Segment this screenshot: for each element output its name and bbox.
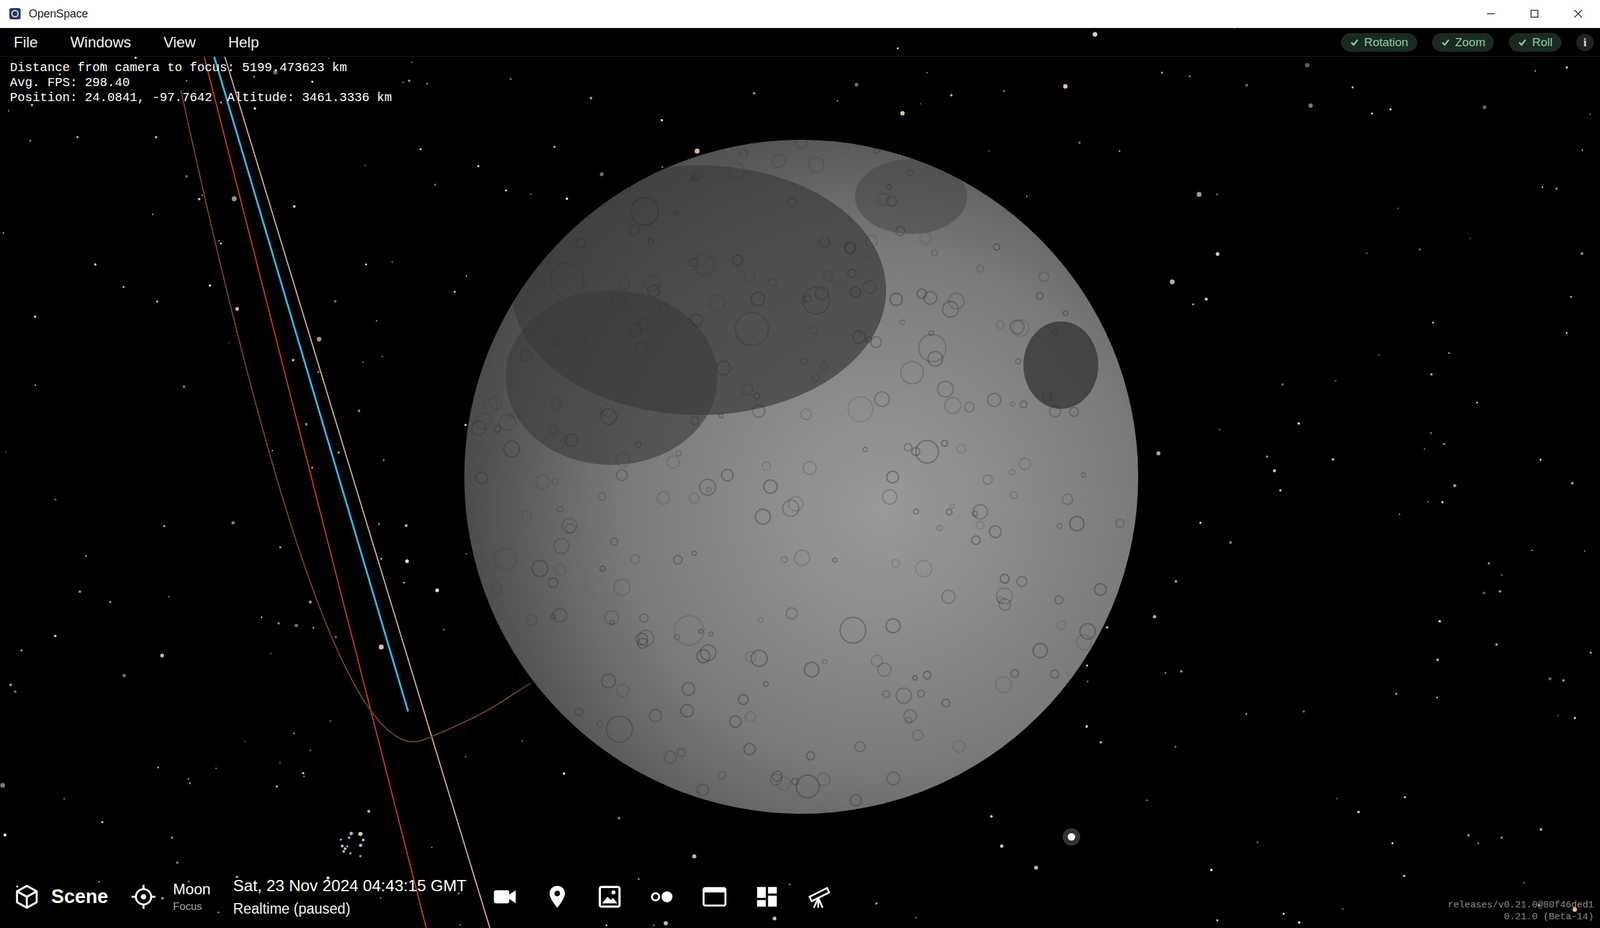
space-view[interactable] bbox=[0, 28, 1600, 928]
info-overlay: Distance from camera to focus: 5199.4736… bbox=[0, 56, 1600, 106]
toolbar bbox=[491, 883, 833, 910]
starfield bbox=[0, 28, 1592, 927]
orbit-trail bbox=[214, 56, 409, 712]
orbit-trail bbox=[180, 90, 531, 742]
dots-icon[interactable] bbox=[648, 883, 676, 910]
info-button[interactable]: i bbox=[1576, 33, 1594, 52]
orbit-trail bbox=[204, 56, 427, 928]
telescope-icon[interactable] bbox=[806, 883, 833, 910]
scene-button[interactable]: Scene bbox=[13, 883, 108, 910]
check-icon bbox=[1349, 37, 1360, 47]
check-icon bbox=[1517, 37, 1527, 47]
navigation-toggle[interactable]: Zoom bbox=[1432, 33, 1495, 52]
bottom-bar: Scene Moon Focus Sat, 23 Nov 2024 04:43:… bbox=[0, 865, 1600, 928]
maximize-icon[interactable] bbox=[1512, 0, 1557, 28]
menu-item[interactable]: View bbox=[163, 33, 196, 52]
info-line: Position: 24.0841, -97.7642 Altitude: 34… bbox=[9, 90, 1600, 106]
menu-item[interactable]: File bbox=[13, 33, 39, 52]
map-pin-icon[interactable] bbox=[544, 883, 571, 910]
window-icon[interactable] bbox=[701, 883, 728, 910]
navigation-toggle[interactable]: Roll bbox=[1508, 33, 1562, 52]
info-line: Distance from camera to focus: 5199.4736… bbox=[9, 60, 1600, 76]
dashboard-icon[interactable] bbox=[753, 883, 781, 910]
crosshair-icon bbox=[130, 883, 157, 910]
orbit-trail bbox=[224, 56, 490, 928]
check-icon bbox=[1440, 37, 1451, 47]
focus-button[interactable]: Moon Focus bbox=[130, 880, 211, 913]
minimize-icon[interactable] bbox=[1468, 0, 1513, 28]
menu-item[interactable]: Help bbox=[228, 33, 259, 52]
moon[interactable] bbox=[464, 136, 1139, 814]
cube-icon bbox=[13, 883, 40, 910]
info-line: Avg. FPS: 298.40 bbox=[9, 75, 1600, 91]
video-camera-icon[interactable] bbox=[491, 883, 518, 910]
render-viewport[interactable]: File Windows View Help Rotation Zoom Roll i… bbox=[0, 28, 1600, 928]
image-icon[interactable] bbox=[596, 883, 623, 910]
menu-item[interactable]: Windows bbox=[70, 33, 132, 52]
navigation-toggle[interactable]: Rotation bbox=[1341, 33, 1418, 52]
menu-bar: File Windows View Help Rotation Zoom Roll i bbox=[0, 28, 1600, 57]
window-title: OpenSpace bbox=[28, 7, 88, 21]
version-label: releases/v0.21.0@80f46ded10.21.0 (Beta-1… bbox=[1447, 899, 1594, 928]
close-icon[interactable] bbox=[1556, 0, 1600, 28]
orbit-trails bbox=[180, 56, 531, 928]
openspace-logo-icon bbox=[8, 7, 22, 20]
openspace-window: OpenSpace File Windows View Help Rotation Z… bbox=[0, 0, 1600, 928]
title-bar: OpenSpace bbox=[0, 0, 1600, 29]
time-panel[interactable]: Sat, 23 Nov 2024 04:43:15 GMT Realtime (… bbox=[232, 876, 467, 918]
